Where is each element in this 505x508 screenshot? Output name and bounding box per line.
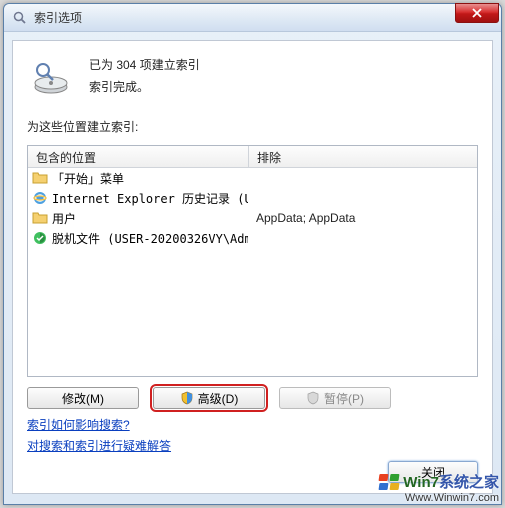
- drive-icon: [31, 57, 71, 97]
- titlebar: 索引选项: [4, 4, 501, 32]
- row-label: 脱机文件 (USER-20200326VY\Admin...: [52, 230, 248, 247]
- window: 索引选项 已为 304 项建立索引 索引完成。 为这些位置建立索引:: [3, 3, 502, 505]
- locations-list: 包含的位置 排除 「开始」菜单 Internet Explorer 历史记录 (…: [27, 145, 478, 377]
- close-button[interactable]: [455, 3, 499, 23]
- table-row[interactable]: Internet Explorer 历史记录 (USE...: [28, 188, 477, 208]
- link-troubleshoot[interactable]: 对搜索和索引进行疑难解答: [27, 436, 171, 456]
- table-row[interactable]: 「开始」菜单: [28, 168, 477, 188]
- shield-icon: [306, 391, 320, 405]
- modify-button[interactable]: 修改(M): [27, 387, 139, 409]
- column-included[interactable]: 包含的位置: [28, 146, 248, 167]
- offline-icon: [32, 230, 48, 246]
- column-excluded[interactable]: 排除: [249, 146, 477, 167]
- list-body: 「开始」菜单 Internet Explorer 历史记录 (USE... 用户: [28, 168, 477, 376]
- dialog-close-button[interactable]: 关闭: [388, 461, 478, 483]
- ie-icon: [32, 190, 48, 206]
- table-row[interactable]: 用户 AppData; AppData: [28, 208, 477, 228]
- locations-label: 为这些位置建立索引:: [13, 104, 492, 141]
- index-status: 索引完成。: [89, 77, 200, 99]
- pause-button: 暂停(P): [279, 387, 391, 409]
- search-icon: [12, 10, 28, 26]
- folder-icon: [32, 170, 48, 186]
- window-title: 索引选项: [34, 9, 497, 26]
- link-how-affect[interactable]: 索引如何影响搜索?: [27, 415, 130, 435]
- advanced-button[interactable]: 高级(D): [153, 387, 265, 409]
- help-links: 索引如何影响搜索? 对搜索和索引进行疑难解答: [27, 415, 478, 456]
- folder-icon: [32, 210, 48, 226]
- row-label: 用户: [52, 210, 76, 227]
- dialog-body: 已为 304 项建立索引 索引完成。 为这些位置建立索引: 包含的位置 排除 「…: [12, 40, 493, 494]
- row-label: 「开始」菜单: [52, 170, 124, 187]
- shield-icon: [180, 391, 194, 405]
- summary-block: 已为 304 项建立索引 索引完成。: [13, 41, 492, 104]
- list-header: 包含的位置 排除: [28, 146, 477, 168]
- table-row[interactable]: 脱机文件 (USER-20200326VY\Admin...: [28, 228, 477, 248]
- indexed-count: 已为 304 项建立索引: [89, 55, 200, 77]
- summary-text: 已为 304 项建立索引 索引完成。: [89, 55, 200, 98]
- row-excluded: AppData; AppData: [248, 211, 477, 225]
- buttons-row: 修改(M) 高级(D) 暂停(P): [27, 387, 478, 409]
- row-label: Internet Explorer 历史记录 (USE...: [52, 190, 248, 207]
